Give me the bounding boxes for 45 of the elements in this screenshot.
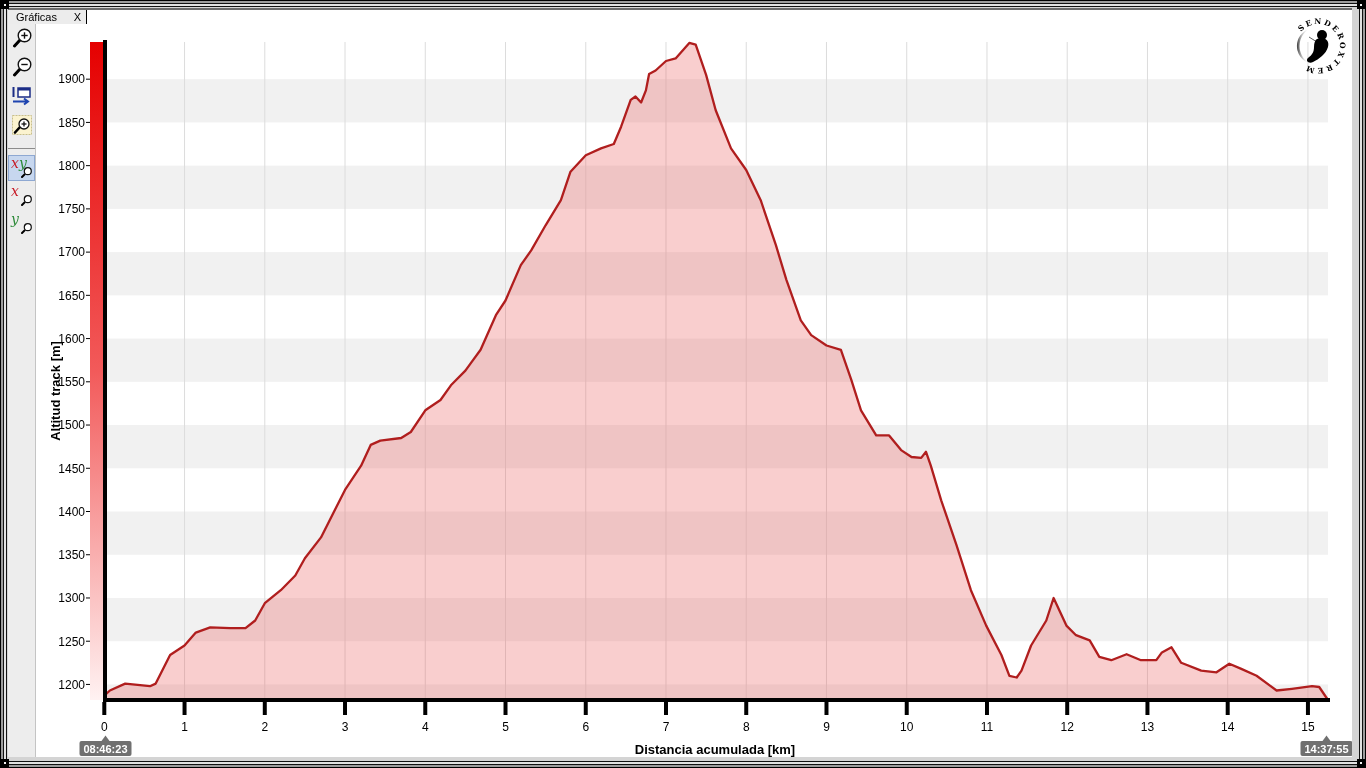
magnifier-icon (21, 195, 32, 206)
axis-tick-label: 7 (662, 720, 670, 734)
axis-tick-label: 5 (502, 720, 509, 734)
axis-tick-label: 1300 (58, 591, 85, 606)
axis-tick-label: 4 (421, 720, 429, 734)
tab[interactable]: Gráficas X (8, 10, 87, 24)
axis-tick-label: 1750 (58, 202, 85, 217)
resize-handle[interactable] (1, 759, 9, 767)
axis-toggle-button[interactable]: x (8, 183, 35, 209)
framed-magnifier-icon (11, 115, 32, 135)
axis-tick-label: 11 (980, 720, 994, 734)
axis-tick-label: 1650 (58, 288, 85, 303)
zoom-out-icon (11, 57, 32, 77)
axis-tick-label: 3 (341, 720, 349, 734)
zoom-fit-button[interactable] (9, 114, 34, 136)
axis-tick-label: 1850 (58, 115, 85, 130)
zoom-in-icon (11, 28, 32, 48)
axis-title: Distancia acumulada [km] (634, 742, 796, 757)
window-arrow-icon (11, 86, 32, 106)
axis-toggle-button[interactable]: y (8, 211, 35, 237)
resize-handle[interactable] (1357, 759, 1365, 767)
axis-tick-label: 14 (1221, 720, 1235, 734)
axis-tick-label: 1200 (58, 677, 85, 692)
axis-tick-label: 6 (582, 720, 590, 734)
magnifier-icon (21, 223, 32, 234)
axis-tick-label: 8 (742, 720, 750, 734)
axis-tick-label: 15 (1301, 720, 1315, 734)
axis-tick-label: 9 (823, 720, 830, 734)
axis-tick-label: 1250 (58, 634, 85, 649)
axis-tick-label: 10 (900, 720, 914, 734)
axis-tick-label: 12 (1060, 720, 1074, 734)
axis-tick-label: 1350 (58, 548, 85, 563)
axis-tick-label: 1900 (58, 72, 85, 87)
axis-tick-label: 1800 (58, 158, 85, 173)
resize-handle[interactable] (1357, 1, 1365, 9)
axis-tick-label: 1 (181, 720, 188, 734)
resize-handle[interactable] (1, 1, 9, 9)
axis-tick-label: 1450 (58, 461, 85, 476)
axis-toggle-button[interactable]: xy (8, 155, 35, 181)
axis-tick-label: 1400 (58, 504, 85, 519)
close-button[interactable]: X (71, 11, 83, 23)
axis-tick-label: 2 (261, 720, 269, 734)
axis-tick-label: 0 (100, 720, 108, 734)
axis-tick-label: 13 (1140, 720, 1155, 734)
axis-tick-label: 1700 (58, 245, 85, 260)
